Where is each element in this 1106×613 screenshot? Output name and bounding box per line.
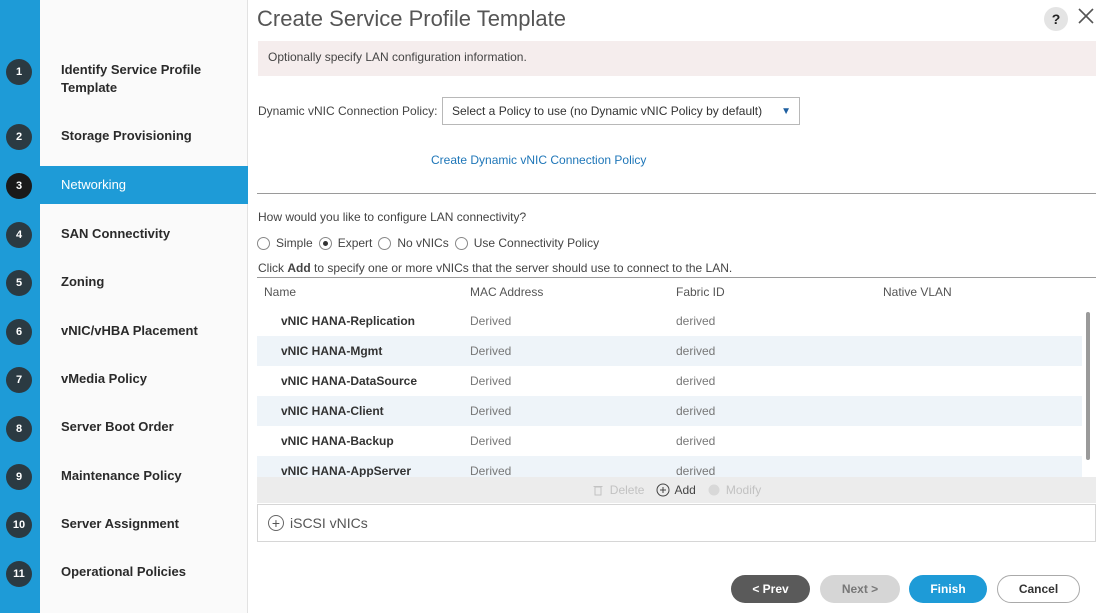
iscsi-vnics-section[interactable]: + iSCSI vNICs	[257, 504, 1096, 542]
dialog-title: Create Service Profile Template	[257, 6, 566, 31]
radio-no-vnics[interactable]	[378, 236, 392, 250]
table-row[interactable]: vNIC HANA-DataSource Derived derived	[257, 366, 1082, 396]
table-row[interactable]: vNIC HANA-Client Derived derived	[257, 396, 1082, 426]
help-icon[interactable]: ?	[1044, 7, 1068, 31]
divider	[257, 193, 1096, 194]
step-number: 6	[6, 319, 32, 345]
cell-name: vNIC HANA-Backup	[281, 434, 394, 448]
finish-button[interactable]: Finish	[909, 575, 987, 603]
cell-mac: Derived	[470, 374, 512, 388]
cell-fabric: derived	[676, 434, 716, 448]
next-button[interactable]: Next >	[820, 575, 900, 603]
cell-fabric: derived	[676, 344, 716, 358]
table-row[interactable]: vNIC HANA-Replication Derived derived	[257, 306, 1082, 336]
info-circle-icon	[708, 484, 720, 496]
add-hint: Click Add to specify one or more vNICs t…	[258, 261, 732, 275]
add-hint-bold: Add	[287, 261, 311, 275]
radio-use-connectivity-policy-label[interactable]: Use Connectivity Policy	[474, 236, 599, 250]
cell-mac: Derived	[470, 434, 512, 448]
cell-name: vNIC HANA-Mgmt	[281, 344, 383, 358]
column-header-name[interactable]: Name	[264, 285, 296, 299]
cancel-button[interactable]: Cancel	[997, 575, 1080, 603]
cell-fabric: derived	[676, 374, 716, 388]
step-label: Identify Service Profile Template	[61, 62, 202, 95]
table-scrollbar[interactable]	[1086, 312, 1090, 460]
step-label: Operational Policies	[61, 564, 186, 579]
step-label: Server Boot Order	[61, 419, 174, 434]
add-hint-prefix: Click	[258, 261, 288, 275]
plus-circle-icon	[656, 483, 670, 497]
column-header-mac[interactable]: MAC Address	[470, 285, 543, 299]
step-number: 11	[6, 561, 32, 587]
info-banner: Optionally specify LAN configuration inf…	[258, 41, 1096, 76]
iscsi-label: iSCSI vNICs	[290, 515, 368, 531]
radio-use-connectivity-policy[interactable]	[454, 236, 468, 250]
radio-selected-dot	[322, 240, 328, 246]
cell-name: vNIC HANA-Client	[281, 404, 384, 418]
radio-simple[interactable]	[257, 236, 270, 250]
step-number: 1	[6, 59, 32, 85]
step-number: 3	[6, 173, 32, 199]
radio-simple-label[interactable]: Simple	[276, 236, 313, 250]
cell-mac: Derived	[470, 314, 512, 328]
cell-name: vNIC HANA-DataSource	[281, 374, 418, 388]
step-label: Storage Provisioning	[61, 128, 192, 143]
step-number: 2	[6, 124, 32, 150]
lan-question: How would you like to configure LAN conn…	[258, 210, 527, 224]
step-label: Server Assignment	[61, 516, 180, 531]
step-label: Networking	[61, 177, 127, 192]
step-label: Maintenance Policy	[61, 468, 182, 483]
cell-fabric: derived	[676, 404, 716, 418]
radio-no-vnics-label[interactable]: No vNICs	[397, 236, 448, 250]
table-actions-bar: Delete Add Modify	[257, 477, 1096, 503]
cell-fabric: derived	[676, 464, 716, 477]
step-number: 9	[6, 464, 32, 490]
table-row[interactable]: vNIC HANA-AppServer Derived derived	[257, 456, 1082, 477]
expand-plus-icon[interactable]: +	[268, 515, 284, 531]
radio-expert[interactable]	[318, 236, 332, 250]
step-number: 7	[6, 367, 32, 393]
prev-button[interactable]: < Prev	[731, 575, 810, 603]
dynamic-vnic-label: Dynamic vNIC Connection Policy:	[258, 104, 438, 118]
column-header-fabric[interactable]: Fabric ID	[676, 285, 725, 299]
add-button[interactable]: Add	[656, 483, 696, 497]
lan-mode-radio-group: Simple Expert No vNICs Use Connectivity …	[257, 235, 605, 251]
step-label: vNIC/vHBA Placement	[61, 323, 198, 338]
trash-icon	[593, 486, 603, 496]
cell-name: vNIC HANA-Replication	[281, 314, 416, 328]
dropdown-arrow-icon: ▼	[781, 106, 791, 117]
cell-mac: Derived	[470, 344, 512, 358]
delete-button[interactable]: Delete	[592, 483, 645, 497]
wizard-content: Create Service Profile Template ? Option…	[249, 0, 1106, 613]
step-label: vMedia Policy	[61, 371, 147, 386]
step-number: 10	[6, 512, 32, 538]
cell-name: vNIC HANA-AppServer	[281, 464, 412, 477]
dynamic-vnic-policy-select[interactable]: Select a Policy to use (no Dynamic vNIC …	[442, 97, 800, 125]
modify-button[interactable]: Modify	[708, 483, 761, 497]
modify-label: Modify	[725, 483, 762, 497]
cell-mac: Derived	[470, 404, 512, 418]
step-number: 4	[6, 222, 32, 248]
table-row[interactable]: vNIC HANA-Backup Derived derived	[257, 426, 1082, 456]
table-row[interactable]: vNIC HANA-Mgmt Derived derived	[257, 336, 1082, 366]
step-number: 5	[6, 270, 32, 296]
step-number: 8	[6, 416, 32, 442]
delete-label: Delete	[609, 483, 645, 497]
step-label: Zoning	[61, 274, 105, 289]
select-value: Select a Policy to use (no Dynamic vNIC …	[452, 104, 763, 118]
add-label: Add	[674, 483, 696, 497]
cell-fabric: derived	[676, 314, 716, 328]
radio-expert-label[interactable]: Expert	[338, 236, 373, 250]
create-dynamic-vnic-link[interactable]: Create Dynamic vNIC Connection Policy	[431, 153, 646, 167]
vnic-table-body: vNIC HANA-Replication Derived derived vN…	[257, 306, 1082, 477]
add-hint-suffix: to specify one or more vNICs that the se…	[310, 261, 733, 275]
vnic-table-header: Name MAC Address Fabric ID Native VLAN	[257, 277, 1096, 305]
cell-mac: Derived	[470, 464, 512, 477]
column-header-vlan[interactable]: Native VLAN	[883, 285, 952, 299]
step-label: SAN Connectivity	[61, 226, 171, 241]
close-icon[interactable]	[1075, 5, 1097, 27]
